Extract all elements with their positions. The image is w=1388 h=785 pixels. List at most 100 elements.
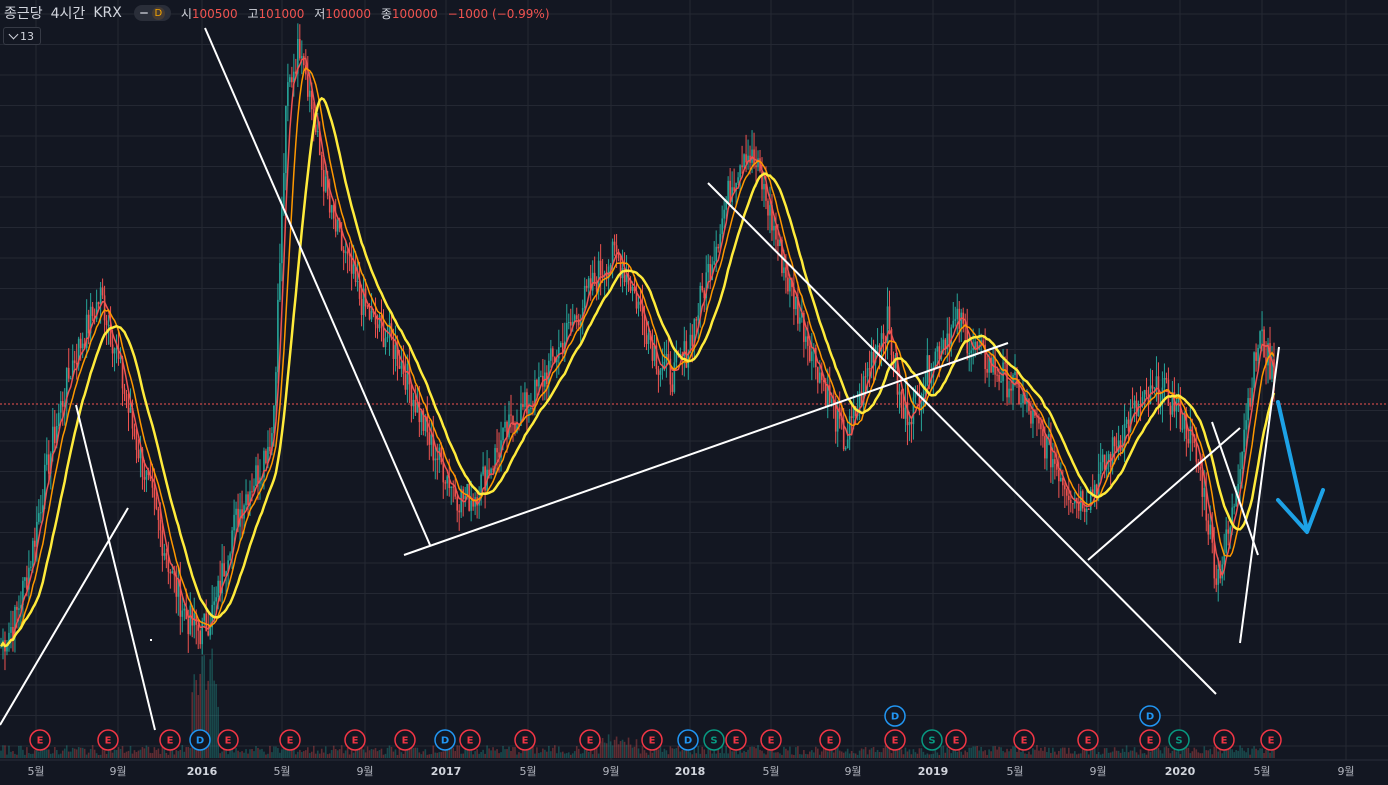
candle-body (522, 404, 524, 407)
event-marker-letter: D (441, 736, 449, 747)
event-marker-d[interactable]: D (884, 705, 906, 727)
down-arrow-drawing[interactable] (1276, 400, 1325, 534)
arrow-shaft (1276, 400, 1309, 532)
indicators-toggle-button[interactable]: 13 (3, 27, 41, 45)
volume-bar (506, 749, 508, 758)
candle-body (229, 553, 231, 561)
candle-body (38, 513, 40, 522)
event-marker-e[interactable]: E (819, 729, 841, 751)
event-marker-s[interactable]: S (703, 729, 725, 751)
volume-bar (964, 750, 967, 758)
volume-bar (115, 749, 118, 758)
event-marker-e[interactable]: E (725, 729, 747, 751)
volume-bar (705, 754, 708, 758)
time-axis-tick-label: 5월 (273, 765, 290, 778)
volume-bar (542, 748, 544, 758)
volume-bar (743, 750, 745, 758)
event-marker-e[interactable]: E (1077, 729, 1099, 751)
status-pill[interactable]: D (133, 5, 171, 21)
volume-bar (785, 748, 787, 758)
volume-bar (1163, 747, 1166, 758)
event-marker-letter: E (1021, 736, 1028, 747)
volume-bar (631, 747, 634, 758)
price-chart[interactable]: E E E D E E E E D E E E E D S E E E EDS E E E EDS E E 5월 9월 2016 5월… (0, 0, 1388, 785)
volume-bar (777, 752, 779, 758)
volume-bar (488, 748, 490, 758)
event-marker-e[interactable]: E (1139, 729, 1161, 751)
event-marker-e[interactable]: E (97, 729, 119, 751)
candle-body (163, 553, 166, 556)
event-marker-s[interactable]: S (1168, 729, 1190, 751)
volume-bar (492, 747, 494, 758)
volume-bar (348, 754, 351, 758)
event-marker-e[interactable]: E (29, 729, 51, 751)
event-marker-e[interactable]: E (344, 729, 366, 751)
candle-body (129, 407, 132, 413)
volume-bar (854, 753, 857, 758)
event-marker-d[interactable]: D (677, 729, 699, 751)
candle-body (526, 392, 528, 414)
event-marker-e[interactable]: E (760, 729, 782, 751)
event-marker-e[interactable]: E (279, 729, 301, 751)
volume-bar (4, 745, 6, 758)
candle-body (757, 158, 759, 168)
high-value: 101000 (258, 6, 305, 21)
volume-bar (2, 745, 4, 758)
event-marker-e[interactable]: E (217, 729, 239, 751)
volume-bar (414, 747, 417, 758)
volume-bar (753, 746, 755, 758)
candle-body (303, 56, 305, 66)
volume-bar (936, 752, 939, 758)
volume-bar (247, 753, 249, 758)
volume-bar (715, 753, 717, 758)
volume-bar (376, 751, 379, 758)
volume-bar (890, 753, 893, 758)
volume-bar (508, 746, 510, 758)
event-marker-e[interactable]: E (394, 729, 416, 751)
candle-body (657, 368, 660, 375)
trendline (707, 182, 1217, 695)
event-marker-e[interactable]: E (159, 729, 181, 751)
event-marker-e[interactable]: E (1013, 729, 1035, 751)
time-axis-tick-label: 5월 (1253, 765, 1270, 778)
event-marker-d[interactable]: D (1139, 705, 1161, 727)
event-marker-e[interactable]: E (641, 729, 663, 751)
volume-bar (587, 751, 590, 758)
candle-body (1145, 390, 1148, 395)
candle-body (275, 372, 277, 406)
candle-body (1139, 404, 1142, 406)
interval-label[interactable]: 4시간 (51, 3, 86, 23)
candle-body (18, 608, 20, 610)
market-status-icon (139, 12, 148, 14)
volume-bar (1125, 745, 1128, 758)
candle-body (103, 295, 106, 321)
volume-bar (1239, 745, 1241, 758)
volume-bar (637, 748, 640, 758)
event-marker-e[interactable]: E (514, 729, 536, 751)
event-marker-e[interactable]: E (945, 729, 967, 751)
event-marker-letter: E (587, 736, 594, 747)
volume-bar (1006, 748, 1008, 758)
event-marker-e[interactable]: E (579, 729, 601, 751)
event-marker-s[interactable]: S (921, 729, 943, 751)
event-marker-e[interactable]: E (884, 729, 906, 751)
event-marker-e[interactable]: E (1213, 729, 1235, 751)
volume-bar (1189, 753, 1192, 758)
candle-body (691, 334, 694, 346)
candle-body (1233, 506, 1235, 508)
event-marker-e[interactable]: E (1260, 729, 1282, 751)
event-marker-d[interactable]: D (189, 729, 211, 751)
volume-bar (287, 750, 289, 758)
volume-bar (699, 753, 702, 758)
candle-body (954, 319, 957, 321)
volume-bar (1201, 753, 1204, 758)
candle-body (314, 124, 317, 133)
volume-bar (1087, 754, 1090, 758)
volume-bar (267, 753, 269, 758)
volume-bar (645, 752, 648, 758)
candle-body (203, 613, 205, 621)
event-marker-e[interactable]: E (459, 729, 481, 751)
volume-bar (878, 752, 881, 758)
symbol-name[interactable]: 종근당 (4, 3, 43, 23)
event-marker-d[interactable]: D (434, 729, 456, 751)
